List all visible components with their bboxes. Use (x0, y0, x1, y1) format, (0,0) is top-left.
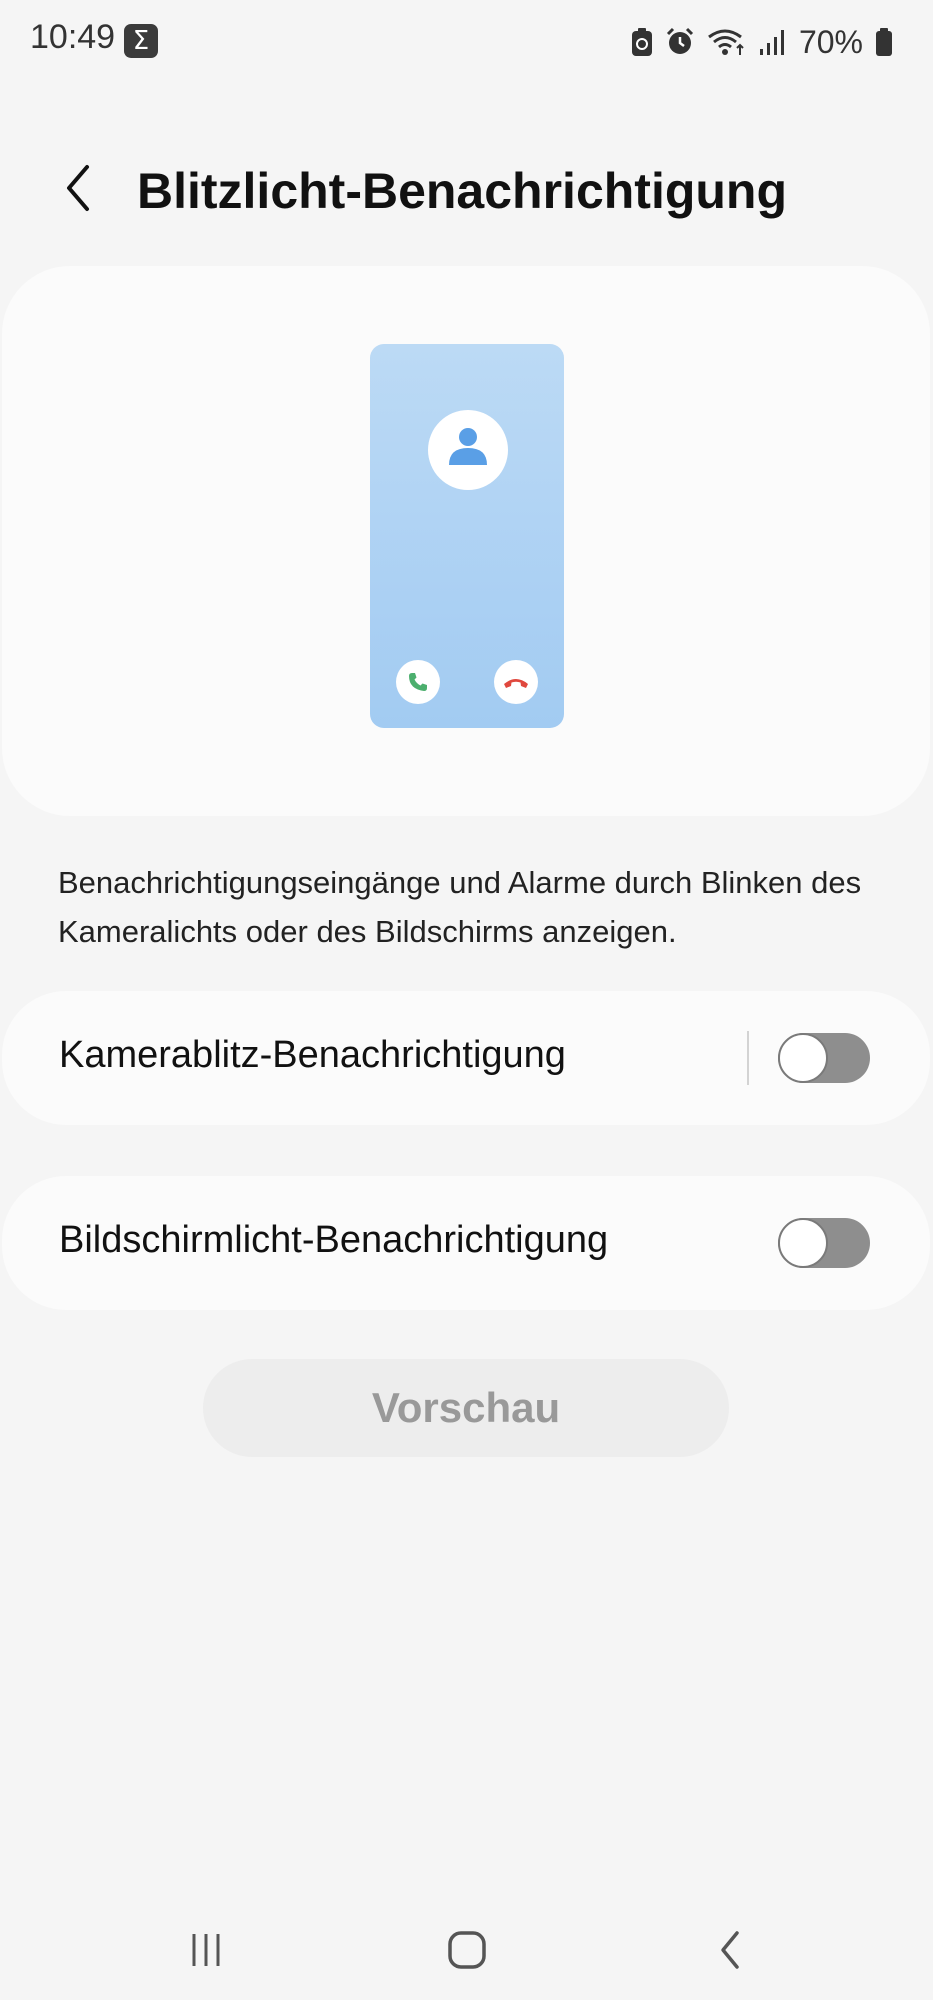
setting-row-camera-flash[interactable]: Kamerablitz-Benachrichtigung (2, 991, 930, 1125)
sigma-icon: Σ (124, 24, 158, 58)
status-time: 10:49 (30, 18, 116, 56)
person-icon (449, 428, 487, 465)
battery-icon (875, 27, 893, 57)
preview-button[interactable]: Vorschau (203, 1359, 729, 1457)
status-icons: 70% (631, 20, 893, 64)
back-icon (721, 1931, 739, 1969)
recents-icon (192, 1934, 220, 1966)
recents-button[interactable] (176, 1920, 236, 1980)
chevron-left-icon (67, 165, 89, 211)
accept-call-illustration (396, 660, 440, 704)
phone-illustration (370, 344, 564, 728)
description-text: Benachrichtigungseingänge und Alarme dur… (58, 865, 862, 949)
setting-label: Kamerablitz-Benachrichtigung (59, 1034, 566, 1076)
setting-row-screen-flash[interactable]: Bildschirmlicht-Benachrichtigung (2, 1176, 930, 1310)
back-nav-button[interactable] (700, 1920, 760, 1980)
screen: { "status_bar": { "time": "10:49", "noti… (0, 0, 933, 2000)
setting-label: Bildschirmlicht-Benachrichtigung (59, 1219, 609, 1261)
illustration-card (2, 266, 930, 816)
navigation-bar (0, 1900, 933, 2000)
home-icon (448, 1931, 486, 1969)
wifi-icon (707, 27, 747, 57)
battery-saver-icon (631, 27, 653, 57)
header: Blitzlicht-Benachrichtigung (0, 140, 933, 240)
page-title: Blitzlicht-Benachrichtigung (137, 163, 787, 219)
toggle-knob (778, 1033, 828, 1083)
camera-flash-toggle[interactable] (778, 1033, 870, 1083)
alarm-icon (665, 27, 695, 57)
row-divider (747, 1031, 749, 1085)
home-button[interactable] (437, 1920, 497, 1980)
battery-percentage: 70% (798, 23, 863, 60)
screen-flash-toggle[interactable] (778, 1218, 870, 1268)
back-button[interactable] (48, 158, 108, 218)
signal-icon (759, 27, 787, 57)
phone-decline-icon (504, 679, 528, 688)
status-bar: 10:49 Σ 70% (0, 0, 933, 84)
phone-accept-icon (409, 673, 427, 691)
caller-avatar (428, 410, 508, 490)
toggle-knob (778, 1218, 828, 1268)
decline-call-illustration (494, 660, 538, 704)
